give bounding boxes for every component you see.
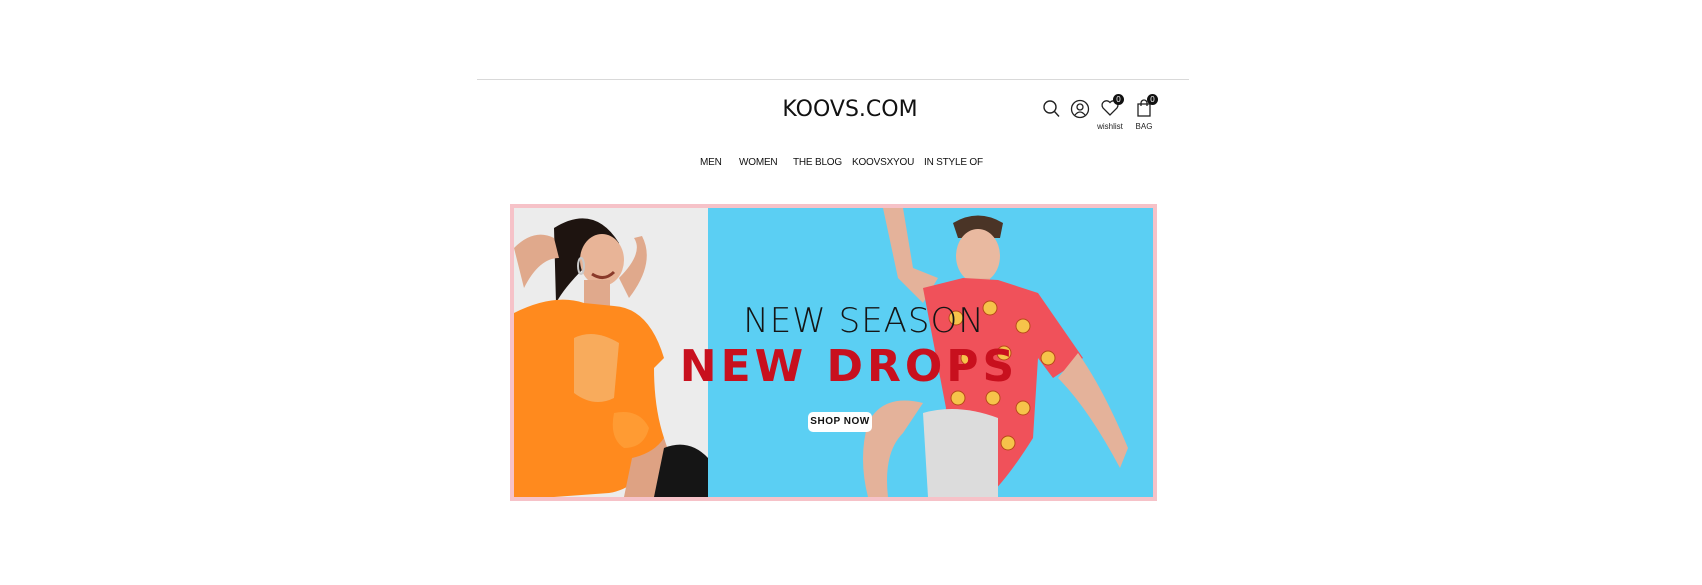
- nav-item-the-blog[interactable]: THE BLOG: [793, 157, 842, 168]
- nav-item-in-style-of[interactable]: IN STYLE OF: [924, 157, 983, 168]
- bag-label: BAG: [1135, 122, 1153, 131]
- header-divider: [477, 79, 1189, 80]
- site-logo[interactable]: KOOVS.COM: [760, 97, 940, 122]
- nav-item-women[interactable]: WOMEN: [739, 157, 778, 168]
- nav-item-koovsxyou[interactable]: KOOVSXYOU: [852, 157, 914, 168]
- search-icon: [1043, 100, 1060, 117]
- shop-now-button[interactable]: SHOP NOW: [808, 412, 872, 432]
- main-nav: MEN WOMEN THE BLOG KOOVSXYOU IN STYLE OF: [0, 157, 1702, 173]
- banner-subheadline: NEW DROPS: [679, 341, 1019, 392]
- wishlist-button[interactable]: 0 wishlist: [1096, 94, 1124, 132]
- bag-count-badge: 0: [1147, 94, 1158, 105]
- hero-banner[interactable]: NEW SEASON NEW DROPS SHOP NOW: [510, 204, 1157, 501]
- hero-banner-inner: NEW SEASON NEW DROPS SHOP NOW: [514, 208, 1153, 497]
- banner-headline: NEW SEASON: [743, 301, 985, 341]
- user-icon: [1070, 99, 1090, 119]
- nav-item-men[interactable]: MEN: [700, 157, 722, 168]
- wishlist-count-badge: 0: [1113, 94, 1124, 105]
- search-button[interactable]: [1038, 98, 1066, 132]
- bag-button[interactable]: 0 BAG: [1130, 94, 1158, 132]
